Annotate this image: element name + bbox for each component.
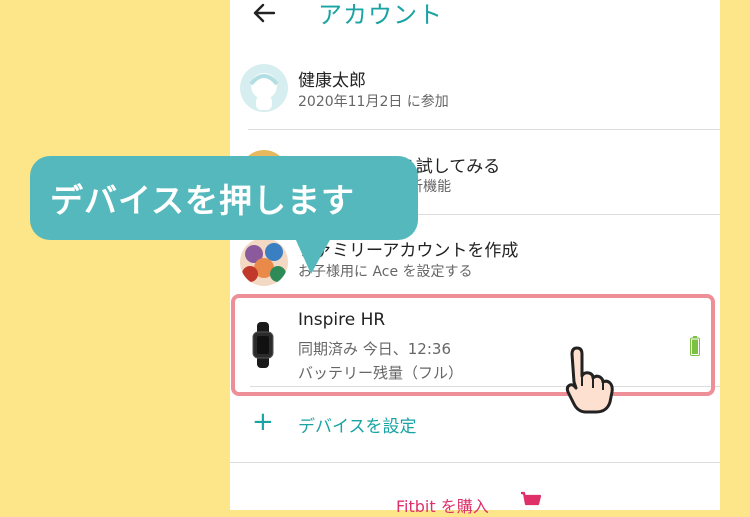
family-faces-icon (242, 243, 286, 282)
profile-name: 健康太郎 (298, 71, 366, 91)
profile-joined: 2020年11月2日 に参加 (298, 94, 449, 110)
app-header: アカウント (230, 0, 720, 40)
family-icon (240, 238, 288, 286)
device-highlight-frame (231, 294, 715, 396)
buy-fitbit-label: Fitbit を購入 (396, 497, 489, 516)
add-device-row[interactable]: + デバイスを設定 (230, 402, 720, 446)
buy-fitbit-link[interactable]: Fitbit を購入 (230, 488, 720, 516)
divider (248, 129, 720, 130)
cart-icon (521, 491, 542, 506)
profile-avatar (240, 64, 288, 112)
instruction-callout: デバイスを押します (30, 156, 418, 240)
default-avatar-icon (249, 73, 279, 110)
pointing-hand-icon (565, 346, 614, 414)
divider (230, 462, 720, 463)
callout-tail (295, 238, 331, 274)
callout-text: デバイスを押します (50, 181, 356, 220)
page-title: アカウント (318, 1, 443, 29)
back-arrow-icon[interactable] (250, 0, 278, 28)
plus-icon: + (252, 407, 274, 437)
profile-row[interactable]: 健康太郎 2020年11月2日 に参加 (230, 58, 720, 130)
add-device-label: デバイスを設定 (298, 417, 417, 437)
